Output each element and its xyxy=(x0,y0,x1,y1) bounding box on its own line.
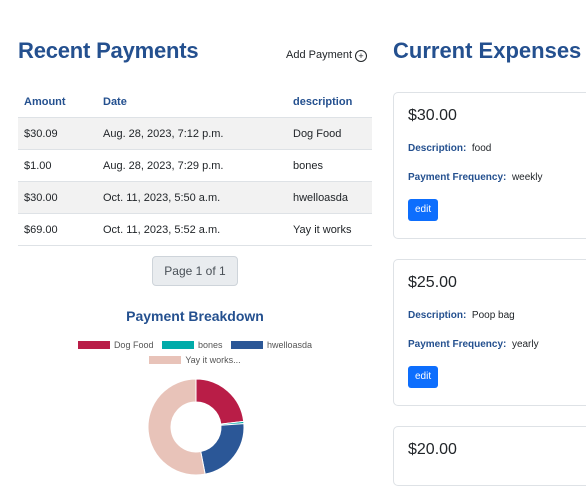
chart-title: Payment Breakdown xyxy=(126,308,264,324)
donut-slice[interactable] xyxy=(200,423,245,475)
table-row: $30.00 Oct. 11, 2023, 5:50 a.m. hwelloas… xyxy=(18,181,372,214)
legend-item[interactable]: Dog Food xyxy=(77,339,154,351)
legend-label: Yay it works... xyxy=(185,355,241,365)
expense-frequency: yearly xyxy=(511,339,539,350)
expense-card: $25.00 Description: Poop bag Payment Fre… xyxy=(393,259,586,406)
add-payment-label: Add Payment xyxy=(286,49,353,61)
payment-amount: $30.00 xyxy=(18,181,97,214)
donut-slice[interactable] xyxy=(195,378,245,425)
legend-label: Dog Food xyxy=(113,340,154,350)
add-payment-button[interactable]: Add Payment + xyxy=(286,49,368,62)
payment-description: hwelloasda xyxy=(287,181,372,214)
payment-date: Oct. 11, 2023, 5:52 a.m. xyxy=(97,213,287,246)
legend-item[interactable]: bones xyxy=(161,339,223,351)
column-header-date: Date xyxy=(97,86,287,118)
payment-date: Aug. 28, 2023, 7:12 p.m. xyxy=(97,117,287,150)
table-row: $30.09 Aug. 28, 2023, 7:12 p.m. Dog Food xyxy=(18,117,372,150)
legend-label: bones xyxy=(197,340,223,350)
frequency-label: Payment Frequency: xyxy=(408,172,507,183)
expense-description-line: Description: Poop bag xyxy=(408,310,578,321)
description-label: Description: xyxy=(408,310,467,321)
expense-card: $30.00 Description: food Payment Frequen… xyxy=(393,92,586,239)
description-label: Description: xyxy=(408,143,467,154)
pagination-indicator[interactable]: Page 1 of 1 xyxy=(152,256,238,286)
payment-amount: $1.00 xyxy=(18,149,97,182)
table-row: $1.00 Aug. 28, 2023, 7:29 p.m. bones xyxy=(18,149,372,182)
table-row: $69.00 Oct. 11, 2023, 5:52 a.m. Yay it w… xyxy=(18,213,372,246)
expense-frequency: weekly xyxy=(511,172,543,183)
legend-swatch xyxy=(231,341,264,349)
expense-description: Poop bag xyxy=(471,310,515,321)
legend-swatch xyxy=(77,341,110,349)
expense-card: $20.00 xyxy=(393,426,586,486)
expense-frequency-line: Payment Frequency: yearly xyxy=(408,339,578,350)
legend-item[interactable]: Yay it works... xyxy=(149,354,241,366)
payment-date: Aug. 28, 2023, 7:29 p.m. xyxy=(97,149,287,182)
payment-description: bones xyxy=(287,149,372,182)
payment-amount: $69.00 xyxy=(18,213,97,246)
legend-item[interactable]: hwelloasda xyxy=(231,339,312,351)
payment-description: Yay it works xyxy=(287,213,372,246)
edit-button[interactable]: edit xyxy=(408,199,439,221)
expense-description: food xyxy=(471,143,492,154)
payments-table: Amount Date description $30.09 Aug. 28, … xyxy=(18,86,372,246)
payment-breakdown-donut-chart xyxy=(147,378,245,476)
plus-circle-icon: + xyxy=(355,50,368,62)
table-header-row: Amount Date description xyxy=(18,86,372,118)
expense-amount: $30.00 xyxy=(408,107,457,124)
edit-button[interactable]: edit xyxy=(408,366,439,388)
payment-description: Dog Food xyxy=(287,117,372,150)
column-header-description: description xyxy=(287,86,372,118)
expense-frequency-line: Payment Frequency: weekly xyxy=(408,172,578,183)
current-expenses-title: Current Expenses xyxy=(393,38,582,63)
legend-swatch xyxy=(161,341,194,349)
payment-amount: $30.09 xyxy=(18,117,97,150)
expense-amount: $20.00 xyxy=(408,441,457,458)
legend-label: hwelloasda xyxy=(267,340,313,350)
expense-amount: $25.00 xyxy=(408,274,457,291)
frequency-label: Payment Frequency: xyxy=(408,339,507,350)
payment-date: Oct. 11, 2023, 5:50 a.m. xyxy=(97,181,287,214)
column-header-amount: Amount xyxy=(18,86,97,118)
recent-payments-title: Recent Payments xyxy=(18,38,199,63)
legend-swatch xyxy=(149,356,182,364)
expense-description-line: Description: food xyxy=(408,143,578,154)
chart-legend: Dog Food bones hwelloasda Yay it works..… xyxy=(18,339,372,369)
